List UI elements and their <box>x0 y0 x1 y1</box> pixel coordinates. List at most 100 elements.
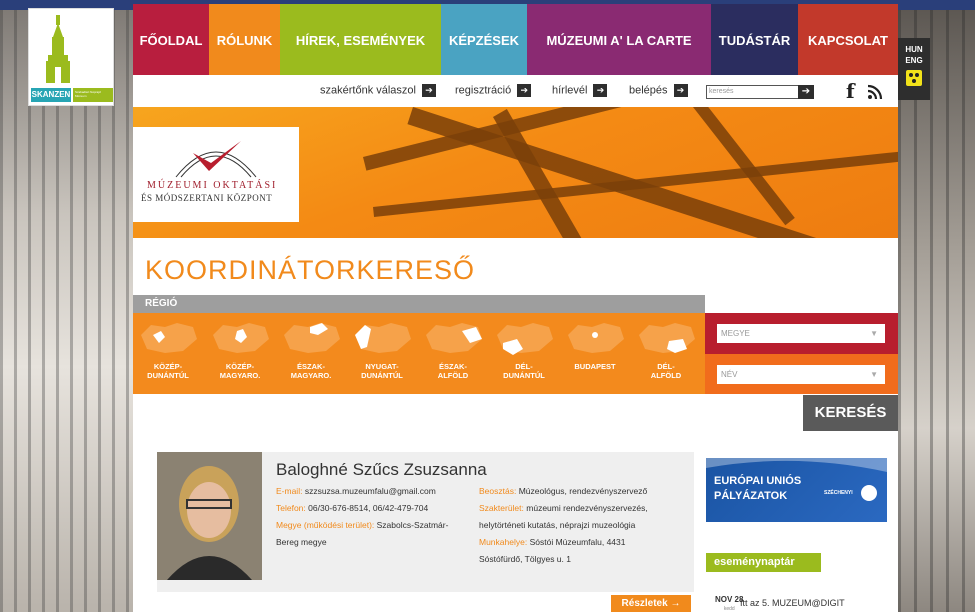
nav-home[interactable]: FŐOLDAL <box>133 4 209 75</box>
profile-photo <box>157 452 262 580</box>
banner-beam <box>373 148 898 217</box>
skanzen-logo[interactable]: SKANZEN Szabadtéri Néprajzi Múzeum <box>28 8 114 106</box>
skanzen-subtitle: Szabadtéri Néprajzi Múzeum <box>73 88 113 102</box>
event-calendar-header: eseménynaptár <box>706 553 821 572</box>
region-map-icon <box>568 323 624 353</box>
workplace-value-line2: Sóstófürdő, Tölgyes u. 1 <box>479 554 571 564</box>
search-button[interactable]: KERESÉS <box>803 395 898 431</box>
region-eszak-alfold[interactable]: ÉSZAK- ALFÖLD <box>418 313 488 394</box>
region-map-icon <box>213 323 269 353</box>
email-value[interactable]: szzsuzsa.muzeumfalu@gmail.com <box>305 486 436 496</box>
arrow-right-icon: ➔ <box>673 84 688 97</box>
login-link[interactable]: belépés ➔ <box>629 84 688 97</box>
profile-work: Beosztás: Múzeológus, rendezvényszervező… <box>479 483 693 568</box>
position-value: Múzeológus, rendezvényszervező <box>518 486 648 496</box>
workplace-value: Sóstói Múzeumfalu, 4431 <box>529 537 626 547</box>
accessibility-icon[interactable] <box>906 70 922 86</box>
checkmark-logo-icon <box>175 141 257 178</box>
region-map-icon <box>497 323 553 355</box>
org-name-line1: MÚZEUMI OKTATÁSI <box>147 180 278 191</box>
region-label: NYUGAT- DUNÁNTÚL <box>361 362 403 380</box>
eu-grants-title: EURÓPAI UNIÓS PÁLYÁZATOK <box>714 475 802 502</box>
szechenyi-label: SZÉCHENYI <box>824 490 853 496</box>
region-budapest[interactable]: BUDAPEST <box>560 313 630 394</box>
details-button[interactable]: Részletek → <box>611 595 691 612</box>
page-title: KOORDINÁTORKERESŐ <box>145 255 476 285</box>
county-value-line2: Bereg megye <box>276 537 327 547</box>
expert-link-label: szakértőnk válaszol <box>320 84 416 97</box>
county-select-value: MEGYE <box>721 329 750 338</box>
arrow-right-icon: ➔ <box>593 84 608 97</box>
name-select[interactable]: NÉV ▼ <box>717 365 885 384</box>
region-label: DÉL- ALFÖLD <box>650 362 682 380</box>
expert-link[interactable]: szakértőnk válaszol ➔ <box>320 84 436 97</box>
profile-name: Baloghné Szűcs Zsuzsanna <box>276 460 487 479</box>
region-label: ÉSZAK- MAGYARO. <box>290 362 332 380</box>
nav-news-label: HÍREK, ESEMÉNYEK <box>295 33 426 48</box>
region-map-icon <box>639 323 695 353</box>
county-select[interactable]: MEGYE ▼ <box>717 324 885 343</box>
nav-a-la-carte[interactable]: MÚZEUMI A' LA CARTE <box>527 4 711 75</box>
workplace-label: Munkahelye: <box>479 537 528 547</box>
lang-eng[interactable]: ENG <box>898 55 930 66</box>
eu-grants-banner[interactable]: EURÓPAI UNIÓS PÁLYÁZATOK SZÉCHENYI <box>706 458 887 522</box>
region-map-icon <box>355 323 411 353</box>
tower-icon <box>46 15 70 83</box>
county-filter-row: MEGYE ▼ <box>705 313 898 354</box>
region-del-alfold[interactable]: DÉL- ALFÖLD <box>631 313 701 394</box>
nav-knowledge[interactable]: TUDÁSTÁR <box>711 4 798 75</box>
skanzen-brand: SKANZEN <box>31 88 71 102</box>
position-label: Beosztás: <box>479 486 517 496</box>
arrow-right-icon: ➔ <box>517 84 532 97</box>
nav-a-la-carte-label: MÚZEUMI A' LA CARTE <box>546 33 692 48</box>
profile-contact: E-mail: szzsuzsa.muzeumfalu@gmail.com Te… <box>276 483 476 551</box>
register-link[interactable]: regisztráció ➔ <box>455 84 532 97</box>
rss-icon[interactable] <box>867 84 883 100</box>
newsletter-link-label: hírlevél <box>552 84 588 97</box>
region-label: KÖZÉP- MAGYARO. <box>219 362 261 380</box>
region-label: BUDAPEST <box>574 362 616 371</box>
name-select-value: NÉV <box>721 370 738 379</box>
arrow-right-icon: ➔ <box>422 84 436 97</box>
search-submit-icon[interactable]: ➔ <box>798 85 814 99</box>
nav-trainings[interactable]: KÉPZÉSEK <box>441 4 527 75</box>
region-label: ÉSZAK- ALFÖLD <box>437 362 469 380</box>
nav-contact[interactable]: KAPCSOLAT <box>798 4 898 75</box>
region-map-icon <box>284 323 340 353</box>
language-switcher: HUN ENG <box>898 38 930 100</box>
region-nyugat-dunantul[interactable]: NYUGAT- DUNÁNTÚL <box>347 313 417 394</box>
county-label: Megye (működési terület): <box>276 520 375 530</box>
org-name-line2: ÉS MÓDSZERTANI KÖZPONT <box>141 193 273 203</box>
login-link-label: belépés <box>629 84 668 97</box>
region-label: DÉL- DUNÁNTÚL <box>503 362 545 380</box>
region-label: KÖZÉP- DUNÁNTÚL <box>147 362 189 380</box>
name-filter-row: NÉV ▼ <box>705 354 898 394</box>
region-kozep-magyaro[interactable]: KÖZÉP- MAGYARO. <box>205 313 275 394</box>
facebook-icon[interactable]: f <box>846 79 855 103</box>
register-link-label: regisztráció <box>455 84 512 97</box>
region-map-icon <box>141 323 197 353</box>
utility-bar: szakértőnk válaszol ➔ regisztráció ➔ hírle… <box>133 75 898 107</box>
region-header: RÉGIÓ <box>133 295 705 313</box>
lang-hun[interactable]: HUN <box>898 44 930 55</box>
region-map: KÖZÉP- DUNÁNTÚL KÖZÉP- MAGYARO. ÉSZAK- MAGY… <box>133 313 705 394</box>
person-photo-icon <box>157 452 262 580</box>
region-del-dunantul[interactable]: DÉL- DUNÁNTÚL <box>489 313 559 394</box>
main-content: szakértőnk válaszol ➔ regisztráció ➔ hírle… <box>133 75 898 612</box>
phone-value: 06/30-676-8514, 06/42-479-704 <box>308 503 429 513</box>
event-title[interactable]: Itt az 5. MUZEUM@DIGIT <box>740 598 845 608</box>
region-eszak-magyaro[interactable]: ÉSZAK- MAGYARO. <box>276 313 346 394</box>
nav-about[interactable]: RÓLUNK <box>209 4 280 75</box>
nav-knowledge-label: TUDÁSTÁR <box>718 33 791 48</box>
newsletter-link[interactable]: hírlevél ➔ <box>552 84 608 97</box>
nav-about-label: RÓLUNK <box>216 33 273 48</box>
moksz-logo[interactable]: MÚZEUMI OKTATÁSI ÉS MÓDSZERTANI KÖZPONT <box>133 127 299 222</box>
field-label: Szakterület: <box>479 503 524 513</box>
chevron-down-icon: ▼ <box>870 329 878 338</box>
county-value: Szabolcs-Szatmár- <box>376 520 449 530</box>
chevron-down-icon: ▼ <box>870 370 878 379</box>
region-kozep-dunantul[interactable]: KÖZÉP- DUNÁNTÚL <box>133 313 203 394</box>
header-banner: MÚZEUMI OKTATÁSI ÉS MÓDSZERTANI KÖZPONT <box>133 107 898 238</box>
profile-card: Baloghné Szűcs Zsuzsanna E-mail: szzsuzs… <box>157 452 694 592</box>
nav-news[interactable]: HÍREK, ESEMÉNYEK <box>280 4 441 75</box>
